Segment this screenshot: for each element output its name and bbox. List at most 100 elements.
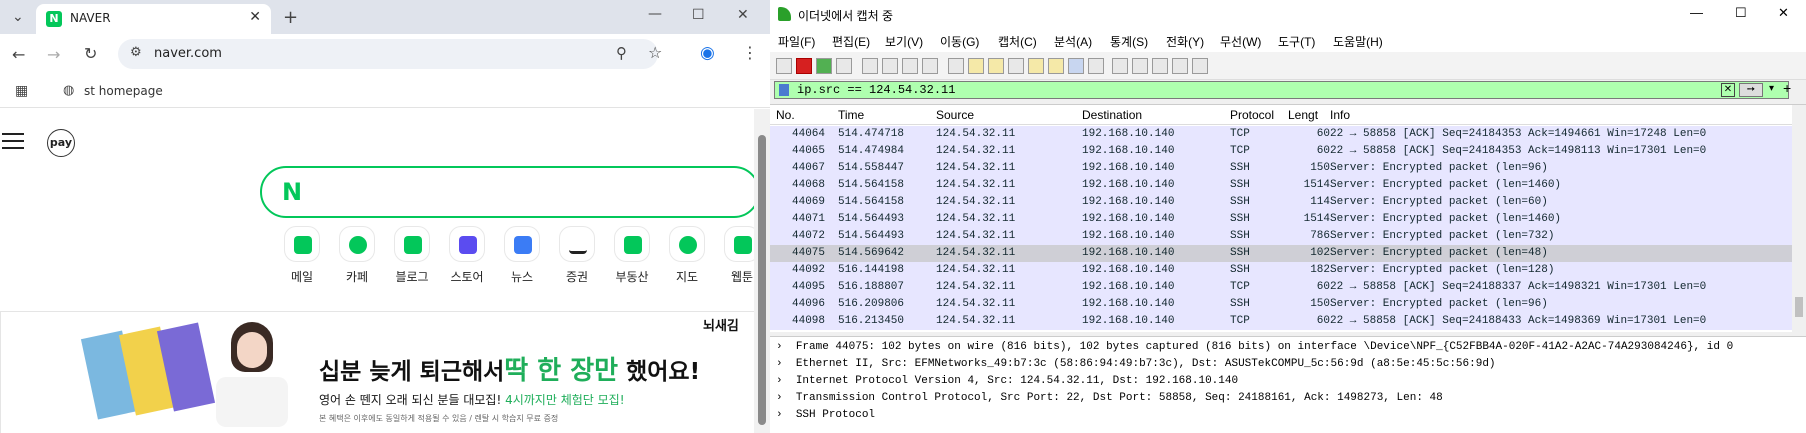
pay-button[interactable]: pay — [47, 129, 75, 157]
service-realestate[interactable]: 부동산 — [606, 226, 658, 285]
profile-icon[interactable]: ◉ — [700, 43, 715, 63]
detail-ip[interactable]: › Internet Protocol Version 4, Src: 124.… — [776, 375, 1238, 387]
resize-columns-icon[interactable] — [1172, 58, 1188, 74]
url-text[interactable]: naver.com — [154, 46, 222, 61]
service-map[interactable]: 지도 — [661, 226, 713, 285]
menu-file[interactable]: 파일(F) — [778, 33, 815, 50]
zoom-out-icon[interactable] — [1132, 58, 1148, 74]
service-webtoon[interactable]: 웹툰 — [716, 226, 754, 285]
packet-row[interactable]: 44072 514.564493 124.54.32.11 192.168.10.14… — [770, 228, 1792, 245]
ws-minimize-icon[interactable]: — — [1690, 5, 1703, 20]
display-filter-input[interactable]: ip.src == 124.54.32.11 ✕ ➙ ▾ — [774, 81, 1789, 99]
detail-tcp[interactable]: › Transmission Control Protocol, Src Por… — [776, 392, 1443, 404]
packet-row[interactable]: 44092 516.144198 124.54.32.11 192.168.10.14… — [770, 262, 1792, 279]
last-packet-icon[interactable] — [1048, 58, 1064, 74]
packet-row[interactable]: 44064 514.474718 124.54.32.11 192.168.10.14… — [770, 126, 1792, 143]
filter-dropdown-icon[interactable]: ▾ — [1769, 83, 1774, 94]
service-stock[interactable]: 증권 — [551, 226, 603, 285]
zoom-normal-icon[interactable] — [1152, 58, 1168, 74]
save-file-icon[interactable] — [882, 58, 898, 74]
find-packet-icon[interactable] — [948, 58, 964, 74]
service-cafe[interactable]: 카페 — [331, 226, 383, 285]
close-window-icon[interactable]: ✕ — [737, 7, 749, 23]
tab-naver[interactable]: N NAVER ✕ — [36, 4, 271, 34]
packet-row[interactable]: 44095 516.188807 124.54.32.11 192.168.10.14… — [770, 279, 1792, 296]
packet-list[interactable]: No. Time Source Destination Protocol Len… — [770, 104, 1806, 333]
detail-ethernet[interactable]: › Ethernet II, Src: EFMNetworks_49:b7:3c… — [776, 358, 1496, 370]
detail-ssh[interactable]: › SSH Protocol — [776, 409, 875, 421]
bookmark-star-icon[interactable]: ☆ — [648, 43, 662, 62]
capture-options-icon[interactable] — [836, 58, 852, 74]
filter-text[interactable]: ip.src == 124.54.32.11 — [797, 83, 955, 97]
forward-icon[interactable]: → — [47, 45, 60, 64]
packet-row[interactable]: 44068 514.564158 124.54.32.11 192.168.10.14… — [770, 177, 1792, 194]
tab-close-icon[interactable]: ✕ — [249, 9, 261, 25]
reload-file-icon[interactable] — [922, 58, 938, 74]
col-length[interactable]: Lengt — [1288, 108, 1318, 122]
omnibox[interactable]: ⚙ naver.com ⚲ ☆ — [118, 39, 662, 69]
first-packet-icon[interactable] — [1028, 58, 1044, 74]
add-filter-button-icon[interactable]: + — [1783, 80, 1791, 96]
packet-row[interactable]: 44098 516.213450 124.54.32.11 192.168.10.14… — [770, 313, 1792, 330]
menu-wireless[interactable]: 무선(W) — [1220, 33, 1261, 50]
minimize-icon[interactable]: — — [648, 6, 662, 22]
page-scroll-thumb[interactable] — [758, 135, 766, 425]
menu-capture[interactable]: 캡처(C) — [998, 33, 1037, 50]
packet-row[interactable]: 44096 516.209806 124.54.32.11 192.168.10.14… — [770, 296, 1792, 313]
filter-bookmark-icon[interactable] — [779, 84, 789, 96]
site-info-icon[interactable]: ⚙ — [130, 45, 142, 60]
zoom-icon[interactable]: ⚲ — [616, 44, 627, 62]
tab-search-chevron-icon[interactable]: ⌄ — [12, 9, 24, 25]
reload-icon[interactable]: ↻ — [84, 44, 97, 63]
packet-row[interactable]: 44067 514.558447 124.54.32.11 192.168.10.14… — [770, 160, 1792, 177]
menu-statistics[interactable]: 통계(S) — [1110, 33, 1148, 50]
menu-go[interactable]: 이동(G) — [940, 33, 979, 50]
stop-capture-icon[interactable] — [796, 58, 812, 74]
packet-list-scroll-thumb[interactable] — [1795, 297, 1803, 317]
service-store[interactable]: 스토어 — [441, 226, 493, 285]
apps-grid-icon[interactable]: ▦ — [15, 83, 28, 99]
search-box[interactable]: N — [260, 166, 754, 218]
menu-telephony[interactable]: 전화(Y) — [1166, 33, 1204, 50]
packet-list-scrollbar[interactable] — [1792, 105, 1806, 333]
start-capture-icon[interactable] — [776, 58, 792, 74]
restart-capture-icon[interactable] — [816, 58, 832, 74]
layout-icon[interactable] — [1192, 58, 1208, 74]
colorize-icon[interactable] — [1088, 58, 1104, 74]
go-back-icon[interactable] — [968, 58, 984, 74]
packet-row[interactable]: 44071 514.564493 124.54.32.11 192.168.10.14… — [770, 211, 1792, 228]
ws-maximize-icon[interactable]: ☐ — [1735, 5, 1747, 21]
ws-close-icon[interactable]: ✕ — [1778, 5, 1789, 21]
menu-analyze[interactable]: 분석(A) — [1054, 33, 1092, 50]
maximize-icon[interactable]: ☐ — [692, 7, 705, 23]
open-file-icon[interactable] — [862, 58, 878, 74]
menu-help[interactable]: 도움말(H) — [1333, 33, 1383, 50]
menu-edit[interactable]: 편집(E) — [832, 33, 870, 50]
back-icon[interactable]: ← — [12, 45, 25, 64]
new-tab-icon[interactable]: + — [283, 7, 298, 28]
detail-frame[interactable]: › Frame 44075: 102 bytes on wire (816 bi… — [776, 341, 1733, 353]
autoscroll-icon[interactable] — [1068, 58, 1084, 74]
go-to-packet-icon[interactable] — [1008, 58, 1024, 74]
menu-kebab-icon[interactable]: ⋮ — [742, 43, 758, 62]
bookmark-st-homepage[interactable]: st homepage — [84, 84, 163, 98]
col-time[interactable]: Time — [838, 108, 864, 122]
zoom-in-icon[interactable] — [1112, 58, 1128, 74]
packet-row[interactable]: 44069 514.564158 124.54.32.11 192.168.10.14… — [770, 194, 1792, 211]
service-blog[interactable]: 블로그 — [386, 226, 438, 285]
filter-apply-icon[interactable]: ➙ — [1739, 83, 1763, 97]
col-no[interactable]: No. — [776, 108, 795, 122]
hamburger-menu-icon[interactable] — [2, 133, 24, 149]
col-protocol[interactable]: Protocol — [1230, 108, 1274, 122]
service-news[interactable]: 뉴스 — [496, 226, 548, 285]
packet-row[interactable]: 44075 514.569642 124.54.32.11 192.168.10.14… — [770, 245, 1792, 262]
ad-banner[interactable]: 뇌새김 십분 늦게 퇴근해서딱 한 장만 했어요! 영어 손 뗀지 오래 되신 … — [0, 311, 754, 433]
filter-clear-icon[interactable]: ✕ — [1721, 83, 1735, 97]
go-forward-icon[interactable] — [988, 58, 1004, 74]
col-info[interactable]: Info — [1330, 108, 1350, 122]
col-destination[interactable]: Destination — [1082, 108, 1142, 122]
service-mail[interactable]: 메일 — [276, 226, 328, 285]
page-scrollbar[interactable] — [754, 109, 770, 433]
menu-view[interactable]: 보기(V) — [885, 33, 923, 50]
col-source[interactable]: Source — [936, 108, 974, 122]
